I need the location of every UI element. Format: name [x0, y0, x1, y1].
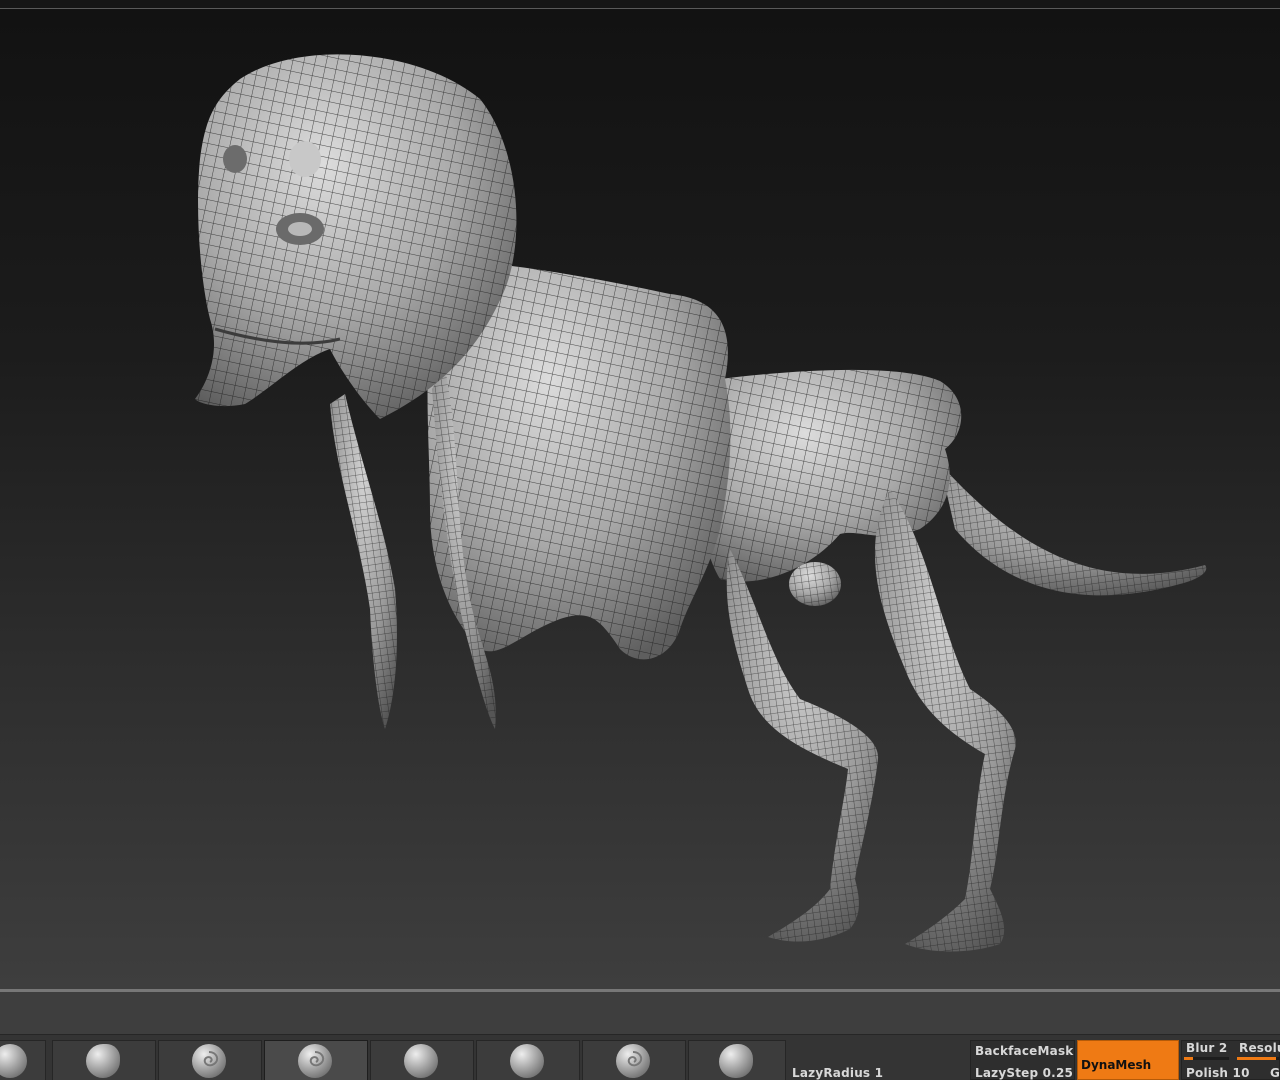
blur-slider-fill: [1184, 1057, 1193, 1060]
brush-ball-icon: [86, 1044, 120, 1078]
brush-ball-icon: [192, 1044, 226, 1078]
brush-slot-4[interactable]: [264, 1040, 368, 1080]
groups-toggle[interactable]: G: [1270, 1066, 1280, 1080]
top-toolbar-edge: [0, 0, 1280, 9]
brush-ball-icon: [616, 1044, 650, 1078]
dynamesh-button[interactable]: DynaMesh: [1077, 1040, 1179, 1080]
brush-slot-8[interactable]: [688, 1040, 786, 1080]
hind-leg-front: [726, 549, 879, 942]
polish-slider[interactable]: Polish 10: [1186, 1066, 1250, 1080]
brush-ball-icon: [298, 1044, 332, 1078]
brush-ball-icon: [404, 1044, 438, 1078]
lazy-radius-slider[interactable]: LazyRadius 1: [792, 1066, 883, 1080]
brush-ball-icon: [510, 1044, 544, 1078]
brush-slot-2[interactable]: [52, 1040, 156, 1080]
3d-viewport[interactable]: [0, 9, 1280, 989]
brush-ball-icon: [0, 1044, 27, 1078]
tail: [940, 464, 1207, 596]
brush-slot-7[interactable]: [582, 1040, 686, 1080]
lazy-step-slider[interactable]: LazyStep 0.25: [975, 1066, 1073, 1080]
backface-mask-button[interactable]: BackfaceMask: [975, 1044, 1073, 1058]
brush-slot-1[interactable]: [0, 1040, 46, 1080]
hind-body: [701, 369, 962, 582]
brush-slot-3[interactable]: [158, 1040, 262, 1080]
blur-slider[interactable]: Blur 2: [1186, 1041, 1227, 1055]
bottom-tray: [0, 992, 1280, 1035]
resolution-slider[interactable]: Resolu: [1239, 1041, 1280, 1055]
tentacle-left: [330, 394, 397, 729]
brush-slot-6[interactable]: [476, 1040, 580, 1080]
creature-model: [195, 54, 1207, 952]
resolution-slider-fill: [1237, 1057, 1276, 1060]
brush-slot-5[interactable]: [370, 1040, 474, 1080]
blur-slider-track[interactable]: [1184, 1057, 1229, 1060]
resolution-slider-track[interactable]: [1237, 1057, 1280, 1060]
brush-ball-icon: [719, 1044, 753, 1078]
